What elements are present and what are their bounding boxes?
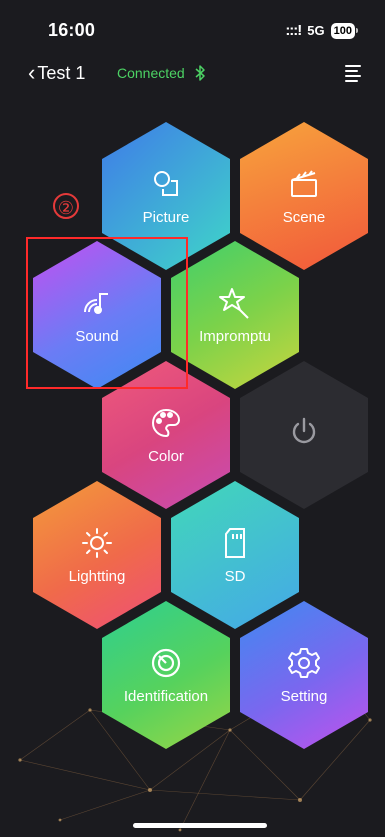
tile-label: Lightting bbox=[68, 567, 126, 585]
device-name: Test 1 bbox=[37, 63, 86, 83]
tile-label: Identification bbox=[123, 687, 209, 705]
tile-sd[interactable]: SD bbox=[171, 481, 299, 629]
gear-icon bbox=[287, 646, 321, 680]
nav-bar: ‹ Test 1 Connected bbox=[0, 56, 385, 92]
clapperboard-icon bbox=[287, 167, 321, 201]
tile-label: SD bbox=[224, 567, 246, 585]
target-icon bbox=[149, 646, 183, 680]
power-icon bbox=[287, 414, 321, 448]
chevron-left-icon: ‹ bbox=[28, 60, 36, 85]
tile-lighting[interactable]: Lightting bbox=[33, 481, 161, 629]
home-indicator[interactable] bbox=[133, 823, 267, 828]
tile-color[interactable]: Color bbox=[102, 361, 230, 509]
network-type: 5G bbox=[307, 23, 325, 38]
tile-setting[interactable]: Setting bbox=[240, 601, 368, 749]
tile-picture[interactable]: Picture bbox=[102, 122, 230, 270]
tile-scene[interactable]: Scene bbox=[240, 122, 368, 270]
status-indicators: :::! 5G 100 bbox=[285, 22, 359, 39]
signal-icon: :::! bbox=[285, 22, 302, 39]
annotation-marker: ② bbox=[53, 193, 79, 219]
status-time: 16:00 bbox=[48, 20, 96, 40]
palette-icon bbox=[149, 406, 183, 440]
connection-status: Connected bbox=[117, 65, 185, 81]
battery-icon: 100 bbox=[330, 22, 359, 39]
tile-identification[interactable]: Identification bbox=[102, 601, 230, 749]
picture-icon bbox=[149, 167, 183, 201]
tile-impromptu[interactable]: Impromptu bbox=[171, 241, 299, 389]
bluetooth-icon bbox=[195, 65, 205, 81]
menu-button[interactable] bbox=[345, 65, 361, 82]
music-note-icon bbox=[80, 286, 114, 320]
tile-label: Sound bbox=[75, 327, 119, 345]
tile-label: Picture bbox=[142, 208, 190, 226]
tile-label: Impromptu bbox=[199, 327, 271, 345]
sun-icon bbox=[80, 526, 114, 560]
magic-star-icon bbox=[218, 286, 252, 320]
back-button[interactable]: ‹ Test 1 bbox=[28, 60, 85, 86]
sd-card-icon bbox=[218, 526, 252, 560]
menu-icon bbox=[345, 65, 361, 67]
tile-sound[interactable]: Sound bbox=[33, 241, 161, 389]
status-bar: 16:00 :::! 5G 100 bbox=[0, 0, 385, 60]
tile-label: Color bbox=[148, 447, 184, 465]
tile-label: Setting bbox=[280, 687, 328, 705]
tile-label: Scene bbox=[282, 208, 326, 226]
tile-power[interactable] bbox=[240, 361, 368, 509]
